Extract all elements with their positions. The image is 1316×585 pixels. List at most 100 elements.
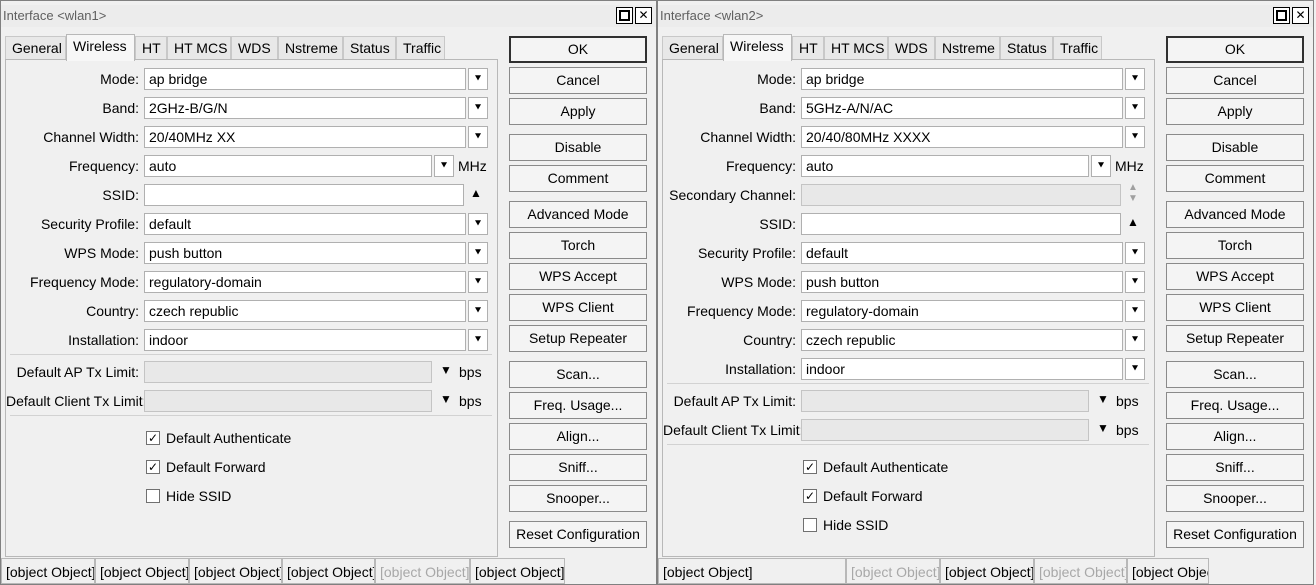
wps-mode-field[interactable]: push button <box>801 271 1123 293</box>
advanced-mode-button[interactable]: Advanced Mode <box>509 201 647 228</box>
apply-button[interactable]: Apply <box>1166 98 1304 125</box>
reset-configuration-button[interactable]: Reset Configuration <box>509 521 647 548</box>
security-profile-field[interactable]: default <box>801 242 1123 264</box>
dropdown-arrow-icon[interactable]: ⯆ <box>468 271 488 293</box>
tab-wds[interactable]: WDS <box>888 36 935 60</box>
checkbox-hide-ssid[interactable]: Hide SSID <box>146 488 346 506</box>
mode-field[interactable]: ap bridge <box>801 68 1123 90</box>
dropdown-arrow-icon[interactable]: ⯆ <box>1125 358 1145 380</box>
frequency-field[interactable]: auto <box>801 155 1089 177</box>
tab-traffic[interactable]: Traffic <box>396 36 445 60</box>
tab-ht[interactable]: HT <box>135 36 167 60</box>
dropdown-arrow-icon[interactable]: ⯆ <box>1125 126 1145 148</box>
installation-field[interactable]: indoor <box>801 358 1123 380</box>
close-button[interactable]: ✕ <box>635 7 652 24</box>
frequency-mode-field[interactable]: regulatory-domain <box>801 300 1123 322</box>
tab-status[interactable]: Status <box>1000 36 1053 60</box>
dropdown-arrow-icon[interactable]: ⯆ <box>1091 155 1111 177</box>
country-field[interactable]: czech republic <box>144 300 466 322</box>
wps-client-button[interactable]: WPS Client <box>509 294 647 321</box>
dropdown-arrow-icon[interactable]: ⯆ <box>468 300 488 322</box>
align-button[interactable]: Align... <box>1166 423 1304 450</box>
checkmark-icon[interactable]: ✓ <box>803 489 817 503</box>
advanced-mode-button[interactable]: Advanced Mode <box>1166 201 1304 228</box>
tab-nstreme[interactable]: Nstreme <box>278 36 343 60</box>
maximize-button[interactable] <box>616 7 633 24</box>
tab-nstreme[interactable]: Nstreme <box>935 36 1000 60</box>
freq-usage-button[interactable]: Freq. Usage... <box>509 392 647 419</box>
country-field[interactable]: czech republic <box>801 329 1123 351</box>
close-button[interactable]: ✕ <box>1292 7 1309 24</box>
dropdown-arrow-icon[interactable]: ⯆ <box>468 126 488 148</box>
disable-button[interactable]: Disable <box>509 134 647 161</box>
maximize-button[interactable] <box>1273 7 1290 24</box>
checkbox-empty-icon[interactable] <box>803 518 817 532</box>
align-button[interactable]: Align... <box>509 423 647 450</box>
tab-wireless[interactable]: Wireless <box>723 34 792 61</box>
sniff-button[interactable]: Sniff... <box>509 454 647 481</box>
tab-ht-mcs[interactable]: HT MCS <box>824 36 888 60</box>
dropdown-arrow-icon[interactable]: ⯆ <box>1125 300 1145 322</box>
setup-repeater-button[interactable]: Setup Repeater <box>1166 325 1304 352</box>
tab-status[interactable]: Status <box>343 36 396 60</box>
checkbox-default-forward[interactable]: ✓ Default Forward <box>803 488 1003 506</box>
dropdown-arrow-icon[interactable]: ▼ <box>1093 392 1113 406</box>
tab-general[interactable]: General <box>662 36 723 60</box>
collapse-arrow-icon[interactable]: ▲ <box>466 186 486 200</box>
checkbox-default-authenticate[interactable]: ✓ Default Authenticate <box>146 430 346 448</box>
reset-configuration-button[interactable]: Reset Configuration <box>1166 521 1304 548</box>
dropdown-arrow-icon[interactable]: ⯆ <box>468 97 488 119</box>
dropdown-arrow-icon[interactable]: ⯆ <box>468 242 488 264</box>
band-field[interactable]: 2GHz-B/G/N <box>144 97 466 119</box>
dropdown-arrow-icon[interactable]: ⯆ <box>468 213 488 235</box>
cancel-button[interactable]: Cancel <box>1166 67 1304 94</box>
band-field[interactable]: 5GHz-A/N/AC <box>801 97 1123 119</box>
torch-button[interactable]: Torch <box>1166 232 1304 259</box>
tab-general[interactable]: General <box>5 36 66 60</box>
channel-width-field[interactable]: 20/40/80MHz XXXX <box>801 126 1123 148</box>
dropdown-arrow-icon[interactable]: ⯆ <box>1125 97 1145 119</box>
freq-usage-button[interactable]: Freq. Usage... <box>1166 392 1304 419</box>
disable-button[interactable]: Disable <box>1166 134 1304 161</box>
wps-mode-field[interactable]: push button <box>144 242 466 264</box>
dropdown-arrow-icon[interactable]: ▼ <box>436 392 456 406</box>
wps-accept-button[interactable]: WPS Accept <box>509 263 647 290</box>
sniff-button[interactable]: Sniff... <box>1166 454 1304 481</box>
tab-wds[interactable]: WDS <box>231 36 278 60</box>
dropdown-arrow-icon[interactable]: ⯆ <box>1125 68 1145 90</box>
checkmark-icon[interactable]: ✓ <box>146 431 160 445</box>
apply-button[interactable]: Apply <box>509 98 647 125</box>
channel-width-field[interactable]: 20/40MHz XX <box>144 126 466 148</box>
checkbox-default-forward[interactable]: ✓ Default Forward <box>146 459 346 477</box>
tab-traffic[interactable]: Traffic <box>1053 36 1102 60</box>
checkbox-default-authenticate[interactable]: ✓ Default Authenticate <box>803 459 1003 477</box>
frequency-mode-field[interactable]: regulatory-domain <box>144 271 466 293</box>
dropdown-arrow-icon[interactable]: ▼ <box>436 363 456 377</box>
comment-button[interactable]: Comment <box>509 165 647 192</box>
dropdown-arrow-icon[interactable]: ⯆ <box>468 68 488 90</box>
scan-button[interactable]: Scan... <box>509 361 647 388</box>
dropdown-arrow-icon[interactable]: ⯆ <box>1125 329 1145 351</box>
security-profile-field[interactable]: default <box>144 213 466 235</box>
cancel-button[interactable]: Cancel <box>509 67 647 94</box>
checkmark-icon[interactable]: ✓ <box>803 460 817 474</box>
mode-field[interactable]: ap bridge <box>144 68 466 90</box>
wps-client-button[interactable]: WPS Client <box>1166 294 1304 321</box>
setup-repeater-button[interactable]: Setup Repeater <box>509 325 647 352</box>
tab-ht-mcs[interactable]: HT MCS <box>167 36 231 60</box>
checkbox-hide-ssid[interactable]: Hide SSID <box>803 517 1003 535</box>
wps-accept-button[interactable]: WPS Accept <box>1166 263 1304 290</box>
comment-button[interactable]: Comment <box>1166 165 1304 192</box>
checkmark-icon[interactable]: ✓ <box>146 460 160 474</box>
checkbox-empty-icon[interactable] <box>146 489 160 503</box>
ok-button[interactable]: OK <box>509 36 647 63</box>
ssid-field[interactable] <box>144 184 464 206</box>
installation-field[interactable]: indoor <box>144 329 466 351</box>
tab-wireless[interactable]: Wireless <box>66 34 135 61</box>
dropdown-arrow-icon[interactable]: ⯆ <box>434 155 454 177</box>
dropdown-arrow-icon[interactable]: ▼ <box>1093 421 1113 435</box>
scan-button[interactable]: Scan... <box>1166 361 1304 388</box>
ok-button[interactable]: OK <box>1166 36 1304 63</box>
tab-ht[interactable]: HT <box>792 36 824 60</box>
dropdown-arrow-icon[interactable]: ⯆ <box>1125 242 1145 264</box>
